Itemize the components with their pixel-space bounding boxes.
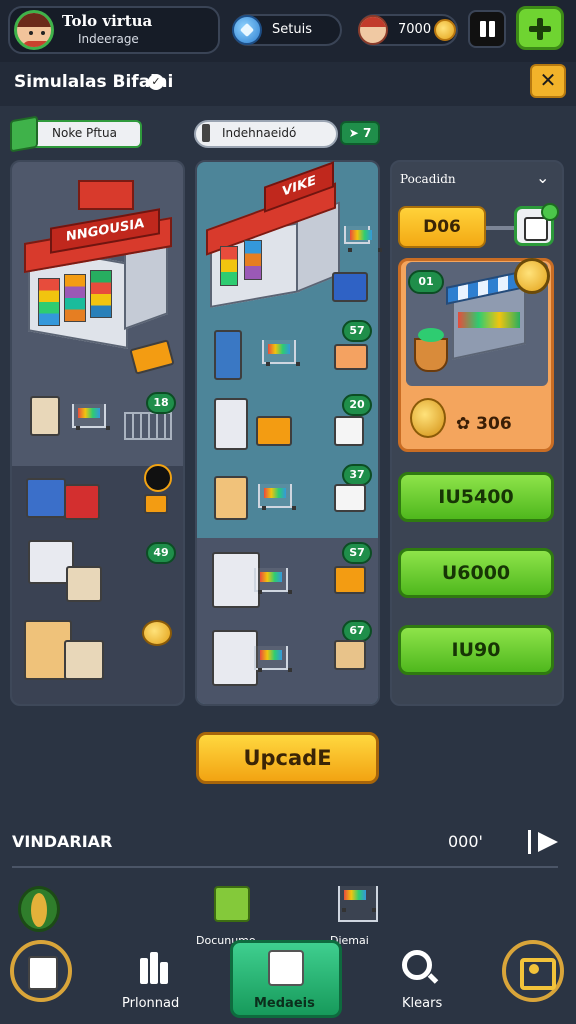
crate-mid-5[interactable]	[334, 484, 366, 512]
shopping-cart-mid-1[interactable]	[262, 340, 300, 366]
filter-mid-label: Indehnaeidó	[222, 126, 297, 140]
player-name: Tolo virtua	[62, 12, 153, 30]
filter-badge[interactable]: ➤ 7	[340, 121, 380, 145]
gold-face-icon[interactable]	[514, 258, 550, 294]
coins-counter[interactable]: 7000	[358, 14, 458, 46]
crate-mid-7[interactable]	[334, 640, 366, 670]
gems-label: Setuis	[272, 22, 312, 37]
note-button[interactable]	[514, 203, 559, 246]
mini-store-mid-2[interactable]	[212, 630, 258, 686]
nav-label-3[interactable]: Klears	[402, 996, 442, 1011]
card-badge: 01	[408, 270, 444, 294]
badge-mid-5: 67	[342, 620, 372, 642]
badge-mid-3: 37	[342, 464, 372, 486]
inventory-label: VINDARIAR	[12, 832, 113, 851]
coin-icon-left[interactable]	[142, 620, 172, 646]
badge-mid-1: 57	[342, 320, 372, 342]
gem-icon	[232, 15, 262, 45]
price-button-3[interactable]: IU90	[398, 625, 554, 675]
display-stand[interactable]	[30, 396, 60, 436]
shopping-cart-mid-4[interactable]	[254, 646, 292, 672]
green-cube-icon	[10, 115, 38, 153]
coin-stack-icon	[410, 398, 446, 438]
details-header: Pocadidn	[400, 172, 456, 186]
mini-kiosk[interactable]	[214, 398, 248, 450]
filter-icon	[202, 124, 210, 142]
chart-icon[interactable]	[136, 952, 170, 986]
player-subtitle: Indeerage	[78, 32, 139, 46]
add-button[interactable]	[516, 6, 564, 50]
chevron-down-icon[interactable]: ⌄	[536, 168, 549, 187]
store-building-left[interactable]: NNGOUSIA	[20, 174, 180, 394]
mini-crate-1[interactable]	[66, 566, 102, 602]
gems-counter[interactable]: Setuis	[232, 14, 342, 46]
shopping-cart-mid-3[interactable]	[254, 568, 292, 594]
crate-orange[interactable]	[144, 494, 168, 514]
crate-mid-6[interactable]	[334, 566, 366, 594]
shelf-rack-icon[interactable]	[124, 412, 172, 440]
shopping-cart-icon[interactable]	[72, 404, 110, 430]
slider-track[interactable]	[486, 226, 516, 230]
crate-mid-1[interactable]	[334, 344, 368, 370]
price-button-2[interactable]: U6000	[398, 548, 554, 598]
shopkeeper-icon	[358, 15, 388, 45]
pause-button[interactable]	[468, 10, 506, 48]
divider	[12, 866, 558, 868]
coins-label: 7000	[398, 22, 432, 37]
display-board[interactable]	[214, 330, 242, 380]
crate-mid-4[interactable]	[214, 476, 248, 520]
value-pill[interactable]: D06	[398, 206, 486, 248]
nav-notes-button[interactable]	[10, 940, 72, 1002]
badge-left-1: 18	[146, 392, 176, 414]
coin-icon	[434, 19, 456, 41]
crate-mid-3[interactable]	[334, 416, 364, 446]
card-value: ✿ 306	[456, 414, 512, 434]
inventory-value: 000'	[448, 832, 483, 851]
nav-label-1[interactable]: Prlonnad	[122, 996, 179, 1011]
package-icon	[268, 950, 304, 986]
info-icon[interactable]: ✓	[148, 74, 164, 90]
nav-label-2[interactable]: Medaeis	[254, 996, 315, 1011]
play-icon[interactable]	[528, 830, 564, 854]
filter-left-label: Noke Pftua	[52, 126, 117, 140]
trash-bin-icon[interactable]	[214, 886, 250, 922]
upgrade-button[interactable]: UpcadE	[196, 732, 379, 784]
leaf-icon[interactable]	[18, 886, 60, 932]
cart-icon[interactable]	[338, 886, 378, 922]
camera-button[interactable]	[502, 940, 564, 1002]
box-blue-mid[interactable]	[332, 272, 368, 302]
player-avatar[interactable]	[14, 10, 54, 50]
tools-button[interactable]: ✕	[530, 64, 566, 98]
badge-mid-2: 20	[342, 394, 372, 416]
player-profile[interactable]: Tolo virtua Indeerage	[8, 6, 220, 54]
crate-mid-2[interactable]	[256, 416, 292, 446]
price-button-1[interactable]: IU5400	[398, 472, 554, 522]
shopping-cart-mid-2[interactable]	[258, 484, 296, 510]
bomb-icon[interactable]	[144, 464, 172, 492]
box-red[interactable]	[64, 484, 100, 520]
badge-left-2: 49	[146, 542, 176, 564]
search-icon[interactable]	[402, 950, 440, 988]
badge-mid-4: S7	[342, 542, 372, 564]
mini-crate-2[interactable]	[64, 640, 104, 680]
box-blue[interactable]	[26, 478, 66, 518]
mini-store-mid-1[interactable]	[212, 552, 260, 608]
